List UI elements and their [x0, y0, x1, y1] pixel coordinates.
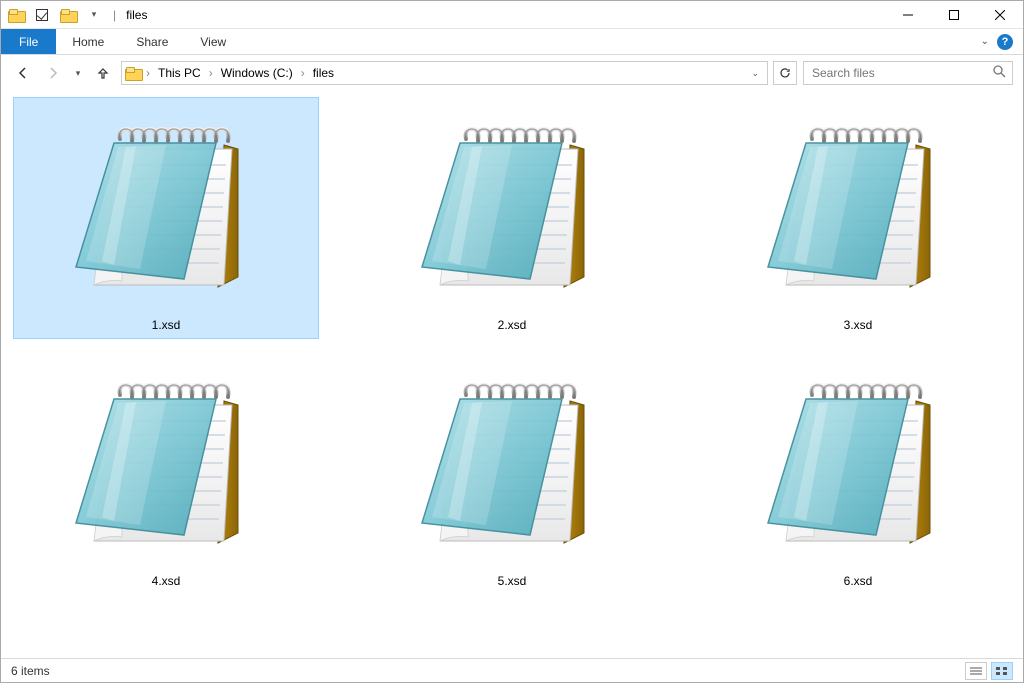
- file-item[interactable]: 5.xsd: [359, 353, 665, 595]
- view-details-button[interactable]: [965, 662, 987, 680]
- address-folder-icon: [124, 64, 142, 82]
- qat-newfolder-icon[interactable]: [57, 4, 79, 26]
- address-bar[interactable]: › This PC › Windows (C:) › files ⌄: [121, 61, 768, 85]
- notepad-file-icon: [397, 104, 627, 314]
- status-bar: 6 items: [1, 658, 1023, 682]
- ribbon-tab-home[interactable]: Home: [56, 29, 120, 54]
- title-separator: |: [113, 8, 116, 22]
- file-item[interactable]: 2.xsd: [359, 97, 665, 339]
- nav-recent-dropdown[interactable]: ▾: [71, 61, 85, 85]
- ribbon-tab-share[interactable]: Share: [120, 29, 184, 54]
- explorer-window: ▾ | files File Home Share View ⌄ ?: [0, 0, 1024, 683]
- breadcrumb-sep-icon: ›: [144, 66, 152, 80]
- navbar: ▾ › This PC › Windows (C:) › files ⌄: [1, 55, 1023, 91]
- file-name-label: 2.xsd: [498, 318, 527, 332]
- file-item[interactable]: 4.xsd: [13, 353, 319, 595]
- view-largeicons-button[interactable]: [991, 662, 1013, 680]
- search-box[interactable]: [803, 61, 1013, 85]
- breadcrumb-sep-icon: ›: [299, 66, 307, 80]
- help-icon[interactable]: ?: [997, 34, 1013, 50]
- file-name-label: 3.xsd: [844, 318, 873, 332]
- maximize-button[interactable]: [931, 1, 977, 29]
- search-input[interactable]: [810, 65, 993, 81]
- titlebar: ▾ | files: [1, 1, 1023, 29]
- breadcrumb-this-pc[interactable]: This PC: [154, 62, 205, 84]
- close-button[interactable]: [977, 1, 1023, 29]
- nav-forward-button[interactable]: [41, 61, 65, 85]
- file-item[interactable]: 3.xsd: [705, 97, 1011, 339]
- file-name-label: 6.xsd: [844, 574, 873, 588]
- minimize-button[interactable]: [885, 1, 931, 29]
- nav-back-button[interactable]: [11, 61, 35, 85]
- file-name-label: 1.xsd: [152, 318, 181, 332]
- notepad-file-icon: [743, 104, 973, 314]
- file-item[interactable]: 1.xsd: [13, 97, 319, 339]
- breadcrumb-folder[interactable]: files: [309, 62, 338, 84]
- address-dropdown-icon[interactable]: ⌄: [745, 68, 765, 79]
- file-name-label: 4.xsd: [152, 574, 181, 588]
- qat-properties-icon[interactable]: [31, 4, 53, 26]
- notepad-file-icon: [397, 360, 627, 570]
- notepad-file-icon: [743, 360, 973, 570]
- file-name-label: 5.xsd: [498, 574, 527, 588]
- search-icon[interactable]: [993, 65, 1006, 81]
- ribbon-tab-view[interactable]: View: [184, 29, 242, 54]
- ribbon-file-tab[interactable]: File: [1, 29, 56, 54]
- breadcrumb-drive[interactable]: Windows (C:): [217, 62, 297, 84]
- nav-up-button[interactable]: [91, 61, 115, 85]
- file-item[interactable]: 6.xsd: [705, 353, 1011, 595]
- notepad-file-icon: [51, 104, 281, 314]
- window-title: files: [126, 8, 147, 22]
- qat-customize-dropdown[interactable]: ▾: [83, 4, 105, 26]
- status-item-count: 6 items: [11, 664, 50, 678]
- qat-folder-icon[interactable]: [5, 4, 27, 26]
- ribbon-expand-icon[interactable]: ⌄: [981, 36, 989, 47]
- breadcrumb-sep-icon: ›: [207, 66, 215, 80]
- refresh-button[interactable]: [773, 61, 797, 85]
- ribbon: File Home Share View ⌄ ?: [1, 29, 1023, 55]
- file-list-pane[interactable]: 1.xsd 2.xsd 3.xsd 4.xsd 5.xsd 6.xsd: [1, 91, 1023, 658]
- notepad-file-icon: [51, 360, 281, 570]
